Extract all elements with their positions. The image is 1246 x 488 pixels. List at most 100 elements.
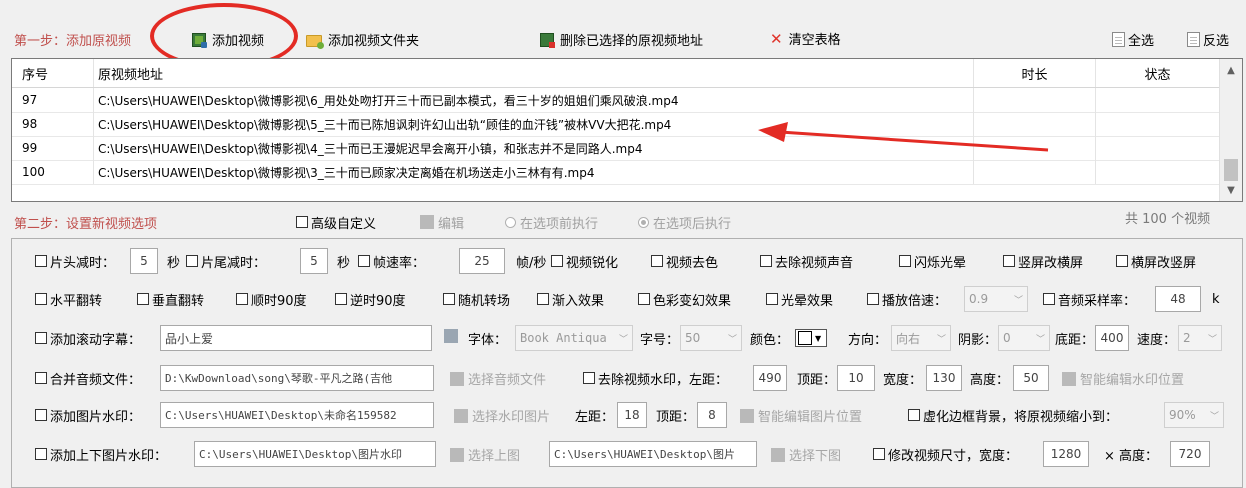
choose-wm-img-button[interactable]: 选择水印图片 <box>454 406 550 425</box>
clear-table-button[interactable]: ✕ 清空表格 <box>770 29 841 49</box>
flash-checkbox[interactable]: 闪烁光晕 <box>899 250 966 272</box>
checkbox[interactable] <box>35 255 47 267</box>
checkbox[interactable] <box>537 293 549 305</box>
img-left-input[interactable]: 18 <box>617 402 647 428</box>
checkbox[interactable] <box>358 255 370 267</box>
checkbox[interactable] <box>35 332 47 344</box>
wm-width-input[interactable]: 130 <box>926 365 962 391</box>
checkbox[interactable] <box>1043 293 1055 305</box>
head-trim-input[interactable]: 5 <box>130 248 158 274</box>
resize-height-input[interactable]: 720 <box>1170 441 1210 467</box>
choose-audio-button[interactable]: 选择音频文件 <box>450 369 546 388</box>
scroll-down-icon[interactable]: ▼ <box>1220 181 1242 199</box>
wm-height-input[interactable]: 50 <box>1013 365 1049 391</box>
checkbox[interactable] <box>35 409 47 421</box>
delete-selected-button[interactable]: 删除已选择的原视频地址 <box>540 30 703 49</box>
shadow-select[interactable]: 0 ﹀ <box>998 325 1050 351</box>
edit-button[interactable]: 编辑 <box>420 211 464 233</box>
color-fx-checkbox[interactable]: 色彩变幻效果 <box>638 288 731 310</box>
checkbox[interactable] <box>35 448 47 460</box>
fps-checkbox[interactable]: 帧速率： <box>358 250 425 272</box>
checkbox[interactable] <box>296 216 308 228</box>
radio[interactable] <box>505 216 516 228</box>
checkbox[interactable] <box>443 293 455 305</box>
random-trans-checkbox[interactable]: 随机转场 <box>443 288 510 310</box>
vertical-scrollbar[interactable]: ▲ ▼ <box>1219 59 1242 201</box>
checkbox[interactable] <box>766 293 778 305</box>
advanced-checkbox[interactable]: 高级自定义 <box>296 211 376 233</box>
cw90-checkbox[interactable]: 顺时90度 <box>236 288 307 310</box>
checkbox[interactable] <box>186 255 198 267</box>
checkbox[interactable] <box>1003 255 1015 267</box>
checkbox[interactable] <box>35 293 47 305</box>
choose-bottom-button[interactable]: 选择下图 <box>771 445 841 464</box>
fadein-checkbox[interactable]: 渐入效果 <box>537 288 604 310</box>
merge-audio-input[interactable]: D:\KwDownload\song\琴歌-平凡之路(吉他 <box>160 365 434 391</box>
subtitle-checkbox[interactable]: 添加滚动字幕： <box>35 327 141 349</box>
sharpen-checkbox[interactable]: 视频锐化 <box>551 250 618 272</box>
sample-rate-input[interactable]: 48 <box>1155 286 1201 312</box>
speed-select[interactable]: 0.9 ﹀ <box>964 286 1028 312</box>
header-duration[interactable]: 时长 <box>974 59 1096 87</box>
decolor-checkbox[interactable]: 视频去色 <box>651 250 718 272</box>
checkbox[interactable] <box>551 255 563 267</box>
mute-checkbox[interactable]: 去除视频声音 <box>760 250 853 272</box>
checkbox[interactable] <box>1116 255 1128 267</box>
checkbox[interactable] <box>651 255 663 267</box>
checkbox[interactable] <box>873 448 885 460</box>
checkbox[interactable] <box>908 409 920 421</box>
header-index[interactable]: 序号 <box>12 59 94 87</box>
blur-select[interactable]: 90% ﹀ <box>1164 402 1224 428</box>
checkbox[interactable] <box>867 293 879 305</box>
bottom-img-input[interactable]: C:\Users\HUAWEI\Desktop\图片 <box>549 441 757 467</box>
font-select[interactable]: Book Antiqua ﹀ <box>515 325 633 351</box>
top-img-input[interactable]: C:\Users\HUAWEI\Desktop\图片水印 <box>194 441 436 467</box>
light-fx-checkbox[interactable]: 光晕效果 <box>766 288 833 310</box>
img-top-input[interactable]: 8 <box>697 402 727 428</box>
wm-left-input[interactable]: 490 <box>753 365 787 391</box>
table-row[interactable]: 97 C:\Users\HUAWEI\Desktop\微博影视\6_用处处吻打开… <box>12 88 1220 113</box>
checkbox[interactable] <box>583 372 595 384</box>
checkbox[interactable] <box>760 255 772 267</box>
scroll-up-icon[interactable]: ▲ <box>1220 61 1242 79</box>
smart-wm-button[interactable]: 智能编辑水印位置 <box>1062 369 1184 388</box>
header-status[interactable]: 状态 <box>1096 59 1220 87</box>
v2h-checkbox[interactable]: 竖屏改横屏 <box>1003 250 1083 272</box>
img-wm-input[interactable]: C:\Users\HUAWEI\Desktop\未命名159582 <box>160 402 434 428</box>
speed-checkbox[interactable]: 播放倍速： <box>867 288 947 310</box>
checkbox[interactable] <box>236 293 248 305</box>
wm-top-input[interactable]: 10 <box>837 365 875 391</box>
blur-border-checkbox[interactable]: 虚化边框背景，将原视频缩小到： <box>908 404 1118 426</box>
bottom-input[interactable]: 400 <box>1095 325 1129 351</box>
checkbox[interactable] <box>137 293 149 305</box>
remove-wm-checkbox[interactable]: 去除视频水印，左距： <box>583 367 728 389</box>
top-bottom-wm-checkbox[interactable]: 添加上下图片水印： <box>35 443 167 465</box>
vflip-checkbox[interactable]: 垂直翻转 <box>137 288 204 310</box>
radio-after[interactable]: 在选项后执行 <box>638 211 731 233</box>
choose-top-button[interactable]: 选择上图 <box>450 445 520 464</box>
tail-trim-input[interactable]: 5 <box>300 248 328 274</box>
fps-input[interactable]: 25 <box>459 248 505 274</box>
checkbox[interactable] <box>638 293 650 305</box>
scroll-thumb[interactable] <box>1224 159 1238 181</box>
size-select[interactable]: 50 ﹀ <box>680 325 742 351</box>
table-row[interactable]: 100 C:\Users\HUAWEI\Desktop\微博影视\3_三十而已顾… <box>12 160 1220 185</box>
smart-img-button[interactable]: 智能编辑图片位置 <box>740 406 862 425</box>
resize-width-input[interactable]: 1280 <box>1043 441 1089 467</box>
head-trim-checkbox[interactable]: 片头减时： <box>35 250 115 272</box>
add-folder-button[interactable]: 添加视频文件夹 <box>306 30 419 49</box>
merge-audio-checkbox[interactable]: 合并音频文件： <box>35 367 141 389</box>
checkbox[interactable] <box>899 255 911 267</box>
video-list-table[interactable]: 序号 原视频地址 时长 状态 97 C:\Users\HUAWEI\Deskto… <box>11 58 1243 202</box>
ccw90-checkbox[interactable]: 逆时90度 <box>335 288 406 310</box>
color-picker[interactable]: ▼ <box>795 329 827 347</box>
invert-selection-button[interactable]: 反选 <box>1187 30 1229 49</box>
subtitle-input[interactable]: 品小上爱 <box>160 325 432 351</box>
speed2-select[interactable]: 2 ﹀ <box>1178 325 1222 351</box>
select-all-button[interactable]: 全选 <box>1112 30 1154 49</box>
resize-checkbox[interactable]: 修改视频尺寸，宽度： <box>873 443 1018 465</box>
checkbox[interactable] <box>35 372 47 384</box>
radio-before[interactable]: 在选项前执行 <box>505 211 598 233</box>
sample-rate-checkbox[interactable]: 音频采样率： <box>1043 288 1136 310</box>
radio[interactable] <box>638 216 649 228</box>
